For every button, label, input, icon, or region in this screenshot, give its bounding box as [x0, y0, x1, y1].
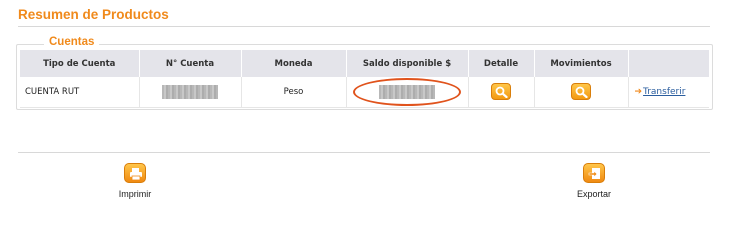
movements-button[interactable]	[571, 83, 591, 101]
print-label: Imprimir	[118, 189, 152, 199]
magnifier-icon	[495, 86, 508, 99]
cell-moneda: Peso	[241, 77, 347, 108]
cell-transfer: ➔Transferir	[628, 77, 709, 108]
bottom-divider	[18, 152, 710, 153]
cell-detalle	[468, 77, 535, 108]
column-header-tipo: Tipo de Cuenta	[20, 50, 140, 77]
magnifier-icon	[575, 86, 588, 99]
column-header-detalle: Detalle	[468, 50, 535, 77]
table-row: CUENTA RUT Peso ➔Transferir	[20, 77, 709, 108]
cell-numero-cuenta	[139, 77, 242, 108]
accounts-legend: Cuentas	[44, 36, 100, 48]
arrow-right-icon: ➔	[634, 86, 643, 97]
export-icon	[583, 163, 605, 183]
accounts-table: Tipo de Cuenta N° Cuenta Moneda Saldo di…	[20, 50, 710, 108]
print-icon	[124, 163, 146, 183]
page-title: Resumen de Productos	[18, 7, 169, 22]
detail-button[interactable]	[491, 83, 511, 101]
highlight-annotation	[353, 77, 461, 106]
cell-saldo	[346, 77, 469, 108]
column-header-saldo: Saldo disponible $	[346, 50, 469, 77]
export-label: Exportar	[576, 189, 611, 199]
column-header-actions	[628, 50, 710, 77]
column-header-numero: N° Cuenta	[139, 50, 242, 77]
title-divider	[18, 26, 710, 27]
cell-movimientos	[534, 77, 629, 108]
column-header-movimientos: Movimientos	[534, 50, 629, 77]
export-button[interactable]: Exportar	[566, 163, 622, 199]
redacted-account-number	[162, 84, 218, 99]
table-header-row: Tipo de Cuenta N° Cuenta Moneda Saldo di…	[20, 50, 710, 77]
print-button[interactable]: Imprimir	[110, 163, 160, 199]
cell-tipo-cuenta: CUENTA RUT	[20, 77, 140, 108]
column-header-moneda: Moneda	[241, 50, 347, 77]
transfer-link[interactable]: Transferir	[643, 87, 685, 97]
